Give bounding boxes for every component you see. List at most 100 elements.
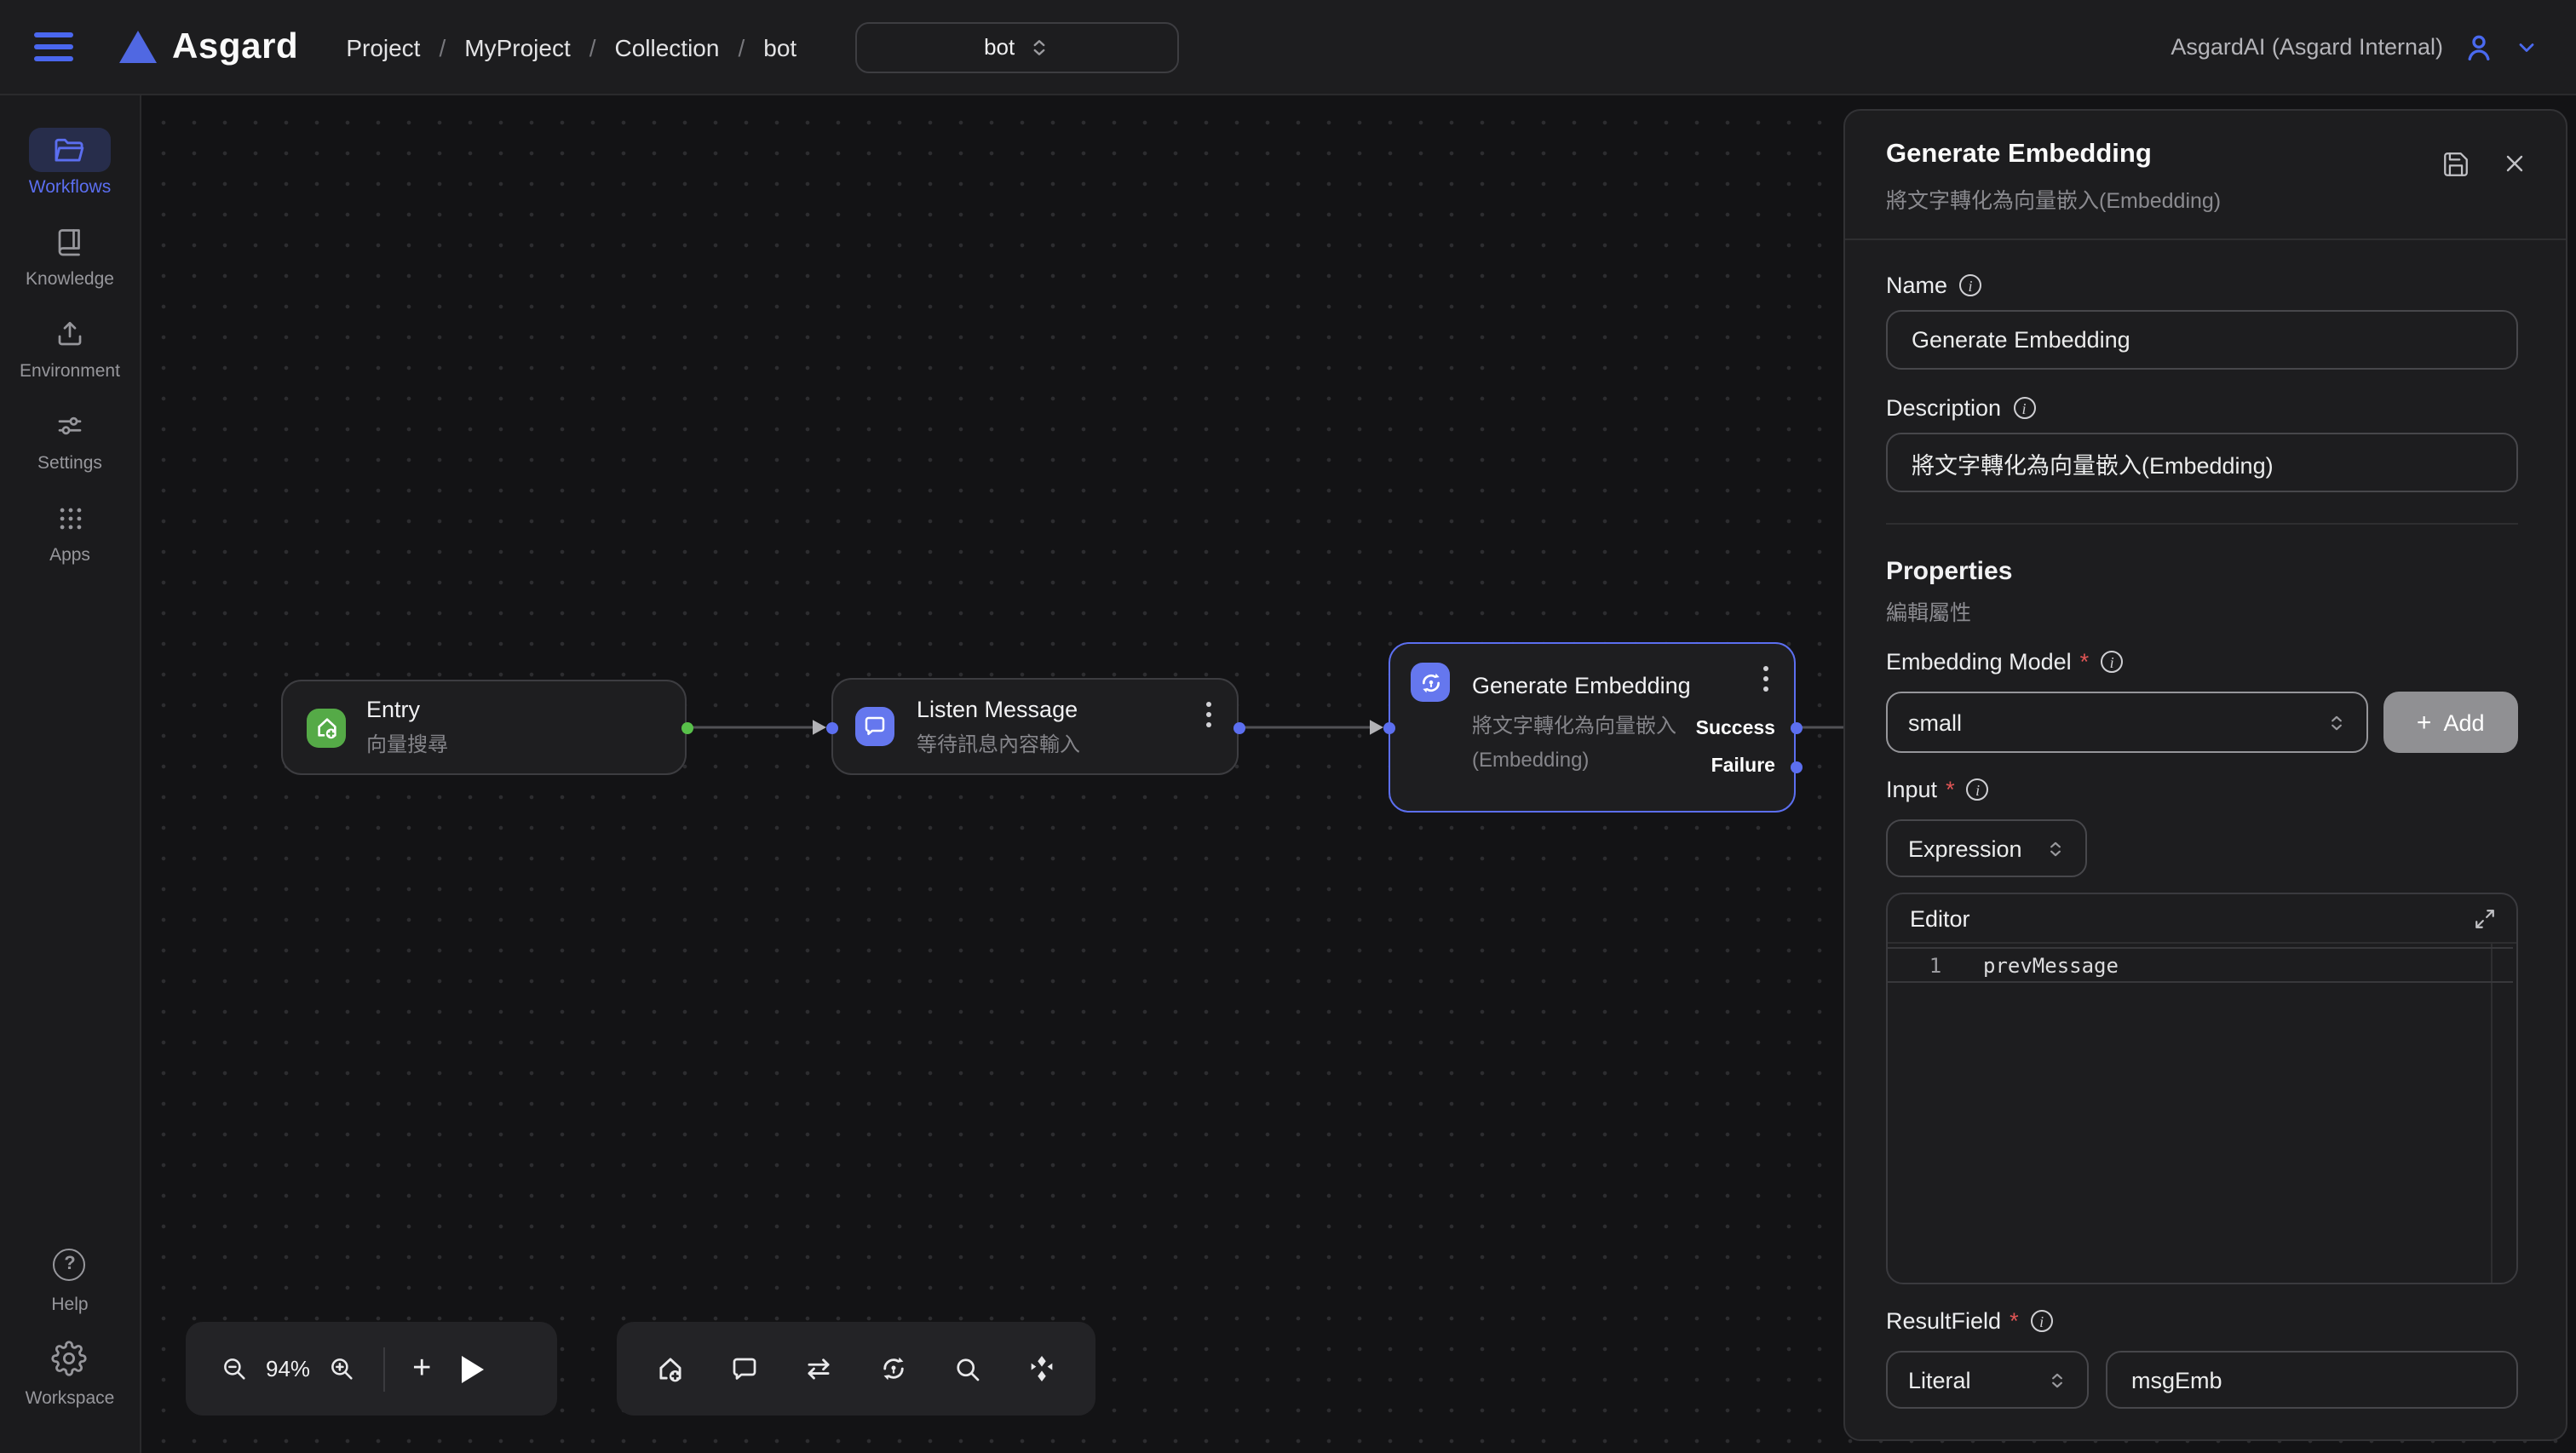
close-icon[interactable] — [2501, 150, 2528, 177]
required-marker: * — [2010, 1308, 2019, 1334]
user-icon[interactable] — [2462, 30, 2496, 64]
input-label-text: Input — [1886, 777, 1937, 802]
palette-entry-icon[interactable] — [654, 1352, 687, 1385]
expression-editor[interactable]: Editor 1 prevMessage — [1886, 893, 2518, 1284]
chevron-updown-icon — [2326, 711, 2345, 733]
port-label-failure: Failure — [1711, 756, 1775, 777]
info-icon[interactable]: i — [1959, 274, 1981, 296]
breadcrumb-separator: / — [589, 33, 596, 60]
node-subtitle: 向量搜尋 — [366, 729, 448, 758]
properties-title: Properties — [1886, 557, 2518, 586]
save-icon[interactable] — [2441, 150, 2470, 179]
node-menu-kebab-icon[interactable] — [1206, 702, 1211, 727]
run-workflow-icon[interactable] — [462, 1355, 484, 1382]
info-icon[interactable]: i — [2101, 651, 2123, 673]
expand-icon[interactable] — [2474, 907, 2496, 929]
left-sidebar: Workflows Knowledge Environment Settings… — [0, 95, 141, 1453]
port-embedding-input[interactable] — [1383, 721, 1394, 733]
sidebar-item-workflows[interactable]: Workflows — [29, 128, 111, 198]
port-success-output[interactable] — [1790, 721, 1802, 733]
sidebar-label: Workspace — [26, 1388, 115, 1409]
palette-search-icon[interactable] — [952, 1353, 983, 1384]
editor-body[interactable]: 1 prevMessage — [1888, 944, 2516, 1283]
input-label: Input * i — [1886, 777, 2518, 802]
breadcrumb-separator: / — [439, 33, 446, 60]
info-icon[interactable]: i — [1967, 778, 1989, 801]
embedding-model-label-text: Embedding Model — [1886, 649, 2072, 675]
breadcrumb-collection[interactable]: Collection — [615, 33, 720, 60]
top-navbar: Asgard Project / MyProject / Collection … — [0, 0, 2576, 95]
resultfield-label: ResultField * i — [1886, 1308, 2518, 1334]
editor-code: prevMessage — [1983, 953, 2119, 977]
breadcrumb-myproject[interactable]: MyProject — [464, 33, 570, 60]
resultfield-type-select[interactable]: Literal — [1886, 1351, 2089, 1409]
workflow-select[interactable]: bot — [854, 21, 1178, 72]
required-marker: * — [2080, 649, 2090, 675]
node-title: Entry — [366, 697, 448, 722]
port-listen-input[interactable] — [825, 721, 837, 733]
editor-current-line: 1 prevMessage — [1888, 947, 2513, 983]
node-listen-message[interactable]: Listen Message 等待訊息內容輸入 — [831, 678, 1239, 775]
palette-message-icon[interactable] — [729, 1353, 760, 1384]
description-label: Description i — [1886, 395, 2518, 421]
input-type-select[interactable]: Expression — [1886, 819, 2087, 877]
info-icon[interactable]: i — [2031, 1310, 2053, 1332]
zoom-in-icon[interactable] — [327, 1354, 356, 1383]
info-icon[interactable]: i — [2013, 397, 2035, 419]
node-subtitle: 等待訊息內容輸入 — [917, 728, 1080, 757]
panel-body: Name i Description i Properties 編輯屬性 Emb… — [1845, 240, 2566, 1439]
embedding-model-value: small — [1908, 709, 2313, 735]
brand: Asgard — [119, 26, 298, 67]
sidebar-item-workspace[interactable]: Workspace — [26, 1332, 115, 1409]
chevron-updown-icon — [2046, 837, 2065, 859]
chevron-updown-icon — [2048, 1369, 2067, 1391]
node-text: Entry 向量搜尋 — [366, 697, 448, 758]
sliders-icon — [55, 411, 85, 441]
zoom-out-icon[interactable] — [220, 1354, 249, 1383]
sidebar-footer: ? Help Workspace — [26, 1238, 115, 1453]
line-number: 1 — [1888, 953, 1983, 977]
chevron-down-icon[interactable] — [2515, 35, 2539, 59]
app-root: Asgard Project / MyProject / Collection … — [0, 0, 2576, 1453]
editor-margin-line — [2491, 944, 2493, 1283]
hamburger-menu-icon[interactable] — [34, 32, 73, 61]
port-failure-output[interactable] — [1790, 761, 1802, 772]
add-node-button[interactable]: + — [412, 1352, 431, 1385]
resultfield-label-text: ResultField — [1886, 1308, 2001, 1334]
palette-move-icon[interactable] — [1026, 1352, 1058, 1385]
breadcrumb-project[interactable]: Project — [346, 33, 420, 60]
sidebar-label: Environment — [20, 361, 120, 382]
port-listen-output[interactable] — [1233, 721, 1245, 733]
resultfield-input[interactable] — [2106, 1351, 2518, 1409]
name-label: Name i — [1886, 273, 2518, 298]
palette-swap-arrows-icon[interactable] — [802, 1352, 835, 1385]
book-icon — [55, 227, 85, 257]
sidebar-label: Workflows — [29, 177, 111, 198]
toolbar-divider — [383, 1347, 385, 1391]
palette-embedding-icon[interactable] — [877, 1352, 910, 1385]
sidebar-item-environment[interactable]: Environment — [20, 312, 120, 382]
node-config-panel: Generate Embedding 將文字轉化為向量嵌入(Embedding)… — [1843, 109, 2567, 1441]
sidebar-item-knowledge[interactable]: Knowledge — [26, 220, 114, 290]
node-subtitle: 將文字轉化為向量嵌入(Embedding) — [1472, 709, 1731, 777]
node-generate-embedding[interactable]: Generate Embedding 將文字轉化為向量嵌入(Embedding)… — [1389, 642, 1796, 813]
add-model-button[interactable]: + Add — [2383, 692, 2518, 753]
name-input[interactable] — [1886, 310, 2518, 370]
node-entry[interactable]: Entry 向量搜尋 — [281, 680, 687, 775]
node-menu-kebab-icon[interactable] — [1763, 666, 1768, 692]
editor-title: Editor — [1910, 905, 1970, 931]
plus-icon: + — [2417, 709, 2432, 735]
sidebar-label: Help — [51, 1295, 88, 1315]
embedding-model-select[interactable]: small — [1886, 692, 2367, 753]
breadcrumb-bot[interactable]: bot — [763, 33, 796, 60]
description-input[interactable] — [1886, 433, 2518, 492]
sidebar-item-help[interactable]: ? Help — [29, 1238, 111, 1315]
editor-header: Editor — [1888, 894, 2516, 944]
breadcrumb-separator: / — [738, 33, 745, 60]
sidebar-item-apps[interactable]: Apps — [29, 496, 111, 566]
port-entry-output[interactable] — [681, 721, 693, 733]
panel-title: Generate Embedding — [1886, 140, 2221, 170]
folder-icon — [54, 134, 86, 166]
sidebar-item-settings[interactable]: Settings — [29, 404, 111, 474]
panel-divider — [1886, 523, 2518, 525]
